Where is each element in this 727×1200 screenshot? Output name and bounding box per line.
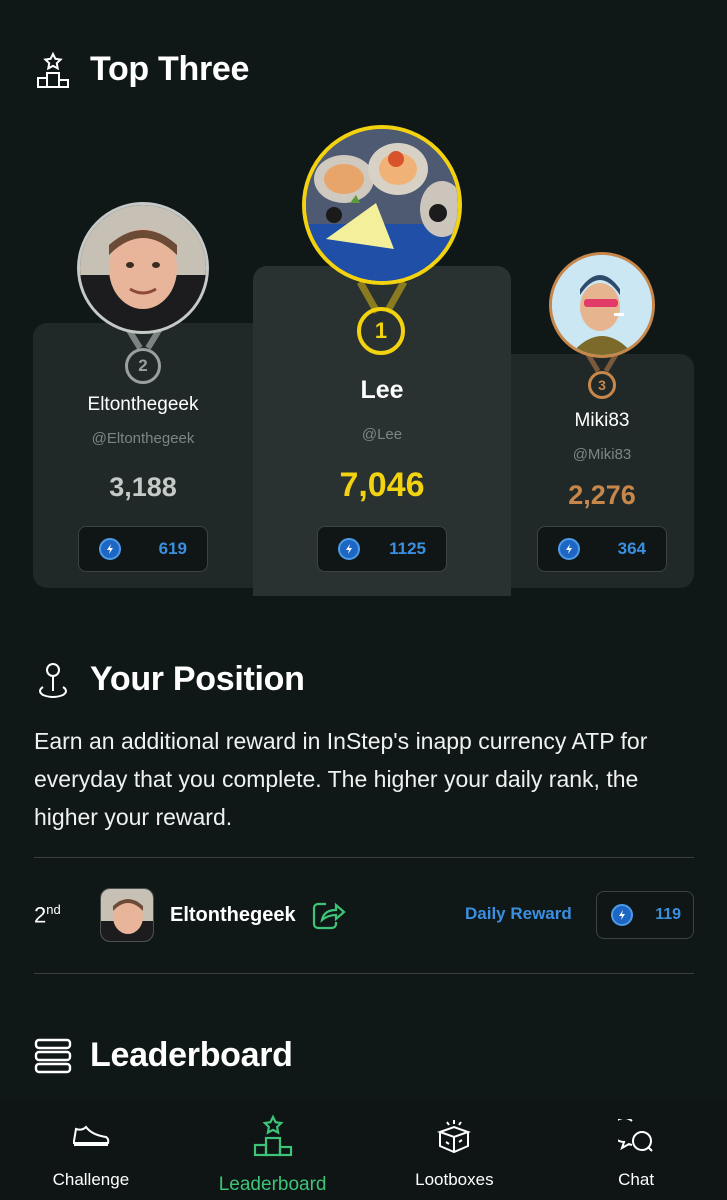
player-score: 3,188 bbox=[109, 472, 177, 502]
atp-coin-icon bbox=[338, 538, 360, 560]
reward-amount: 1125 bbox=[389, 539, 426, 558]
daily-reward-link[interactable]: Daily Reward bbox=[465, 904, 572, 924]
section-title: Your Position bbox=[90, 660, 305, 698]
player-name: Miki83 bbox=[574, 410, 630, 431]
rank-badge-first: 1 bbox=[357, 307, 405, 355]
reward-amount: 119 bbox=[655, 906, 681, 923]
nav-label: Challenge bbox=[52, 1170, 130, 1189]
player-handle: @Miki83 bbox=[572, 446, 632, 463]
lootbox-icon bbox=[437, 1114, 472, 1158]
avatar[interactable] bbox=[100, 888, 154, 942]
podium-icon bbox=[34, 51, 72, 89]
podium-icon bbox=[252, 1114, 294, 1158]
divider bbox=[34, 973, 694, 974]
avatar-eltonthegeek[interactable] bbox=[77, 202, 209, 334]
share-icon[interactable] bbox=[312, 900, 346, 930]
divider bbox=[34, 857, 694, 858]
list-icon bbox=[34, 1037, 72, 1075]
position-description: Earn an additional reward in InStep's in… bbox=[34, 728, 648, 830]
sneaker-icon bbox=[72, 1114, 110, 1158]
rank-badge-third: 3 bbox=[588, 371, 616, 399]
nav-leaderboard[interactable]: Leaderboard bbox=[182, 1100, 364, 1200]
rank-label: 2nd bbox=[34, 902, 100, 928]
nav-label: Chat bbox=[618, 1170, 655, 1189]
page-title: Top Three bbox=[90, 50, 250, 88]
rank-suffix: nd bbox=[46, 901, 61, 917]
your-position-row[interactable]: 2nd Eltonthegeek Daily Reward 119 bbox=[34, 886, 694, 944]
location-pin-icon bbox=[34, 661, 72, 699]
atp-coin-icon bbox=[611, 904, 633, 926]
section-title: Leaderboard bbox=[90, 1036, 293, 1074]
reward-pill: 1125 bbox=[317, 526, 447, 572]
nav-label: Lootboxes bbox=[415, 1170, 494, 1189]
top-three-header: Top Three bbox=[34, 50, 249, 89]
reward-amount: 619 bbox=[158, 539, 187, 558]
chat-icon bbox=[618, 1114, 654, 1158]
rank-badge-second: 2 bbox=[125, 348, 161, 384]
nav-label: Leaderboard bbox=[218, 1174, 327, 1195]
rank-number: 2 bbox=[34, 902, 47, 928]
avatar-lee[interactable] bbox=[302, 125, 462, 285]
player-name: Lee bbox=[360, 376, 404, 404]
reward-amount: 364 bbox=[617, 539, 646, 558]
atp-coin-icon bbox=[558, 538, 580, 560]
reward-pill: 119 bbox=[596, 891, 694, 939]
leaderboard-header: Leaderboard bbox=[34, 1036, 293, 1075]
player-name: Eltonthegeek bbox=[170, 903, 296, 926]
player-name: Eltonthegeek bbox=[87, 394, 199, 415]
reward-pill: 619 bbox=[78, 526, 208, 572]
player-handle: @Lee bbox=[361, 426, 403, 443]
avatar-miki83[interactable] bbox=[549, 252, 655, 358]
bottom-nav: Challenge Leaderboard Lootboxes Chat bbox=[0, 1100, 727, 1200]
player-handle: @Eltonthegeek bbox=[91, 430, 195, 447]
reward-pill: 364 bbox=[537, 526, 667, 572]
player-score: 2,276 bbox=[568, 480, 636, 510]
nav-chat[interactable]: Chat bbox=[545, 1100, 727, 1200]
atp-coin-icon bbox=[99, 538, 121, 560]
nav-lootboxes[interactable]: Lootboxes bbox=[364, 1100, 546, 1200]
nav-challenge[interactable]: Challenge bbox=[0, 1100, 182, 1200]
player-score: 7,046 bbox=[339, 466, 425, 504]
your-position-header: Your Position bbox=[34, 660, 305, 699]
